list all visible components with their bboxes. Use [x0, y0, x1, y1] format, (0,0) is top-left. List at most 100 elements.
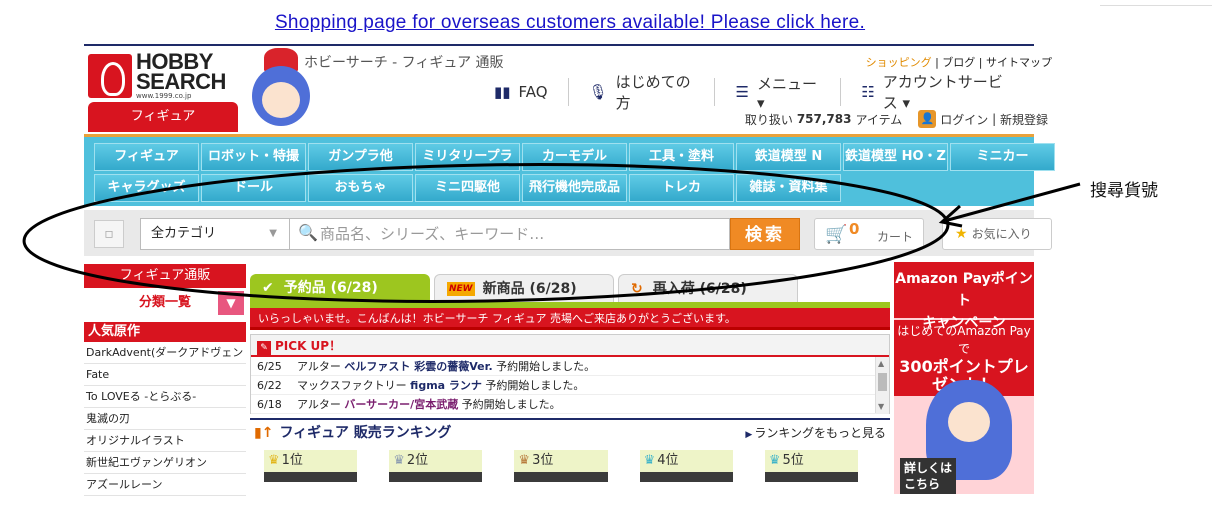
category-item[interactable]: ミニ四駆他	[415, 174, 520, 202]
search-input-wrapper: 🔍	[290, 218, 730, 250]
product-thumbnail[interactable]	[389, 472, 483, 482]
overseas-link[interactable]: Shopping page for overseas customers ava…	[275, 12, 865, 33]
category-item[interactable]: おもちゃ	[308, 174, 413, 202]
ranking-more-link[interactable]: ▶ ランキングをもっと見る	[745, 420, 886, 448]
search-bar: ▫ 全カテゴリ ▼ 🔍 検索 🛒 0 カート ★お気に入り	[84, 210, 1052, 256]
sidebar-item[interactable]: アズールレーン	[84, 474, 246, 496]
pickup-item[interactable]: 6/22 マックスファクトリー figma ランナ 予約開始しました。	[251, 376, 889, 395]
cart-button[interactable]: 🛒 0 カート	[814, 218, 924, 250]
account-icon: ☷	[861, 83, 875, 101]
sidebar-list: DarkAdvent(ダークアドヴェント) Fate To LOVEる -とらぶる-…	[84, 342, 246, 496]
chevron-down-icon[interactable]: ▼	[218, 291, 244, 315]
category-item[interactable]: ガンプラ他	[308, 143, 413, 171]
category-item[interactable]: トレカ	[629, 174, 734, 202]
crown-icon: ♛	[768, 453, 781, 468]
ranking-item[interactable]: ♛ 5位	[764, 450, 859, 482]
sidebar-category-list[interactable]: 分類一覧 ▼	[84, 288, 246, 318]
category-grid: フィギュアロボット・特撮ガンプラ他ミリタリープラモカーモデル工具・塗料鉄道模型 …	[94, 143, 1055, 202]
product-tabs: ✔ 予約品 (6/28) NEW 新商品 (6/28) ↻ 再入荷 (6/28)	[250, 274, 890, 302]
cart-icon: 🛒	[825, 224, 848, 245]
register-link[interactable]: 新規登録	[1000, 111, 1048, 128]
cart-count: 0	[849, 220, 860, 238]
site-logo[interactable]: HOBBY SEARCH www.1999.co.jp	[88, 50, 238, 102]
sidebar-title[interactable]: フィギュア通販	[84, 264, 246, 288]
category-select[interactable]: 全カテゴリ ▼	[140, 218, 290, 250]
item-count: 757,783	[796, 112, 852, 126]
menu-icon: ☰	[735, 83, 749, 101]
nav-account-service[interactable]: ☷ アカウントサービス ▾	[840, 73, 1034, 112]
category-item[interactable]: 工具・塗料	[629, 143, 734, 171]
nav-faq[interactable]: ▮▮ FAQ	[474, 78, 568, 106]
sidebar-item[interactable]: オリジナルイラスト	[84, 430, 246, 452]
ranking-item[interactable]: ♛ 4位	[639, 450, 733, 482]
category-item[interactable]: カーモデル	[522, 143, 627, 171]
logo-flame-icon	[88, 54, 132, 98]
welcome-message: いらっしゃいませ。こんばんは！ホビーサーチ フィギュア 売場へご来店ありがとうご…	[250, 308, 890, 330]
sidebar-item[interactable]: 新世紀エヴァンゲリオン	[84, 452, 246, 474]
search-input[interactable]	[320, 223, 720, 245]
annotation-label: 搜尋貨號	[1090, 181, 1158, 201]
search-icon: 🔍	[298, 223, 318, 242]
pickup-box: ✎ PICK UP！ 6/25 アルター ベルファスト 彩雲の薔薇Ver. 予約開始…	[250, 334, 890, 414]
category-item[interactable]: 鉄道模型 N	[736, 143, 841, 171]
ranking-item[interactable]: ♛ 3位	[514, 450, 608, 482]
shopping-link[interactable]: ショッピング	[866, 56, 932, 69]
login-link[interactable]: ログイン	[940, 111, 988, 128]
pickup-item[interactable]: 6/18 アルター バーサーカー/宮本武蔵 予約開始しました。	[251, 395, 889, 414]
ranking-icon: ▮↑	[254, 425, 274, 441]
product-thumbnail[interactable]	[264, 472, 358, 482]
sidebar-item[interactable]: DarkAdvent(ダークアドヴェント)	[84, 342, 246, 364]
category-bar: フィギュアロボット・特撮ガンプラ他ミリタリープラモカーモデル工具・塗料鉄道模型 …	[84, 134, 1055, 206]
category-item[interactable]: フィギュア	[94, 143, 199, 171]
ranking-item[interactable]: ♛ 1位	[264, 450, 358, 482]
favorites-button[interactable]: ★ お気に入り	[942, 218, 1052, 250]
search-button[interactable]: 検索	[730, 218, 800, 250]
sidebar-item[interactable]: 鬼滅の刃	[84, 408, 246, 430]
category-item[interactable]: キャラグッズ	[94, 174, 199, 202]
sidebar-item[interactable]: Fate	[84, 364, 246, 386]
pencil-icon: ✎	[257, 341, 271, 355]
new-badge: NEW	[447, 281, 475, 296]
product-thumbnail[interactable]	[514, 472, 608, 482]
pickup-scrollbar[interactable]: ▲ ▼	[875, 357, 889, 413]
utility-links: ショッピング | ブログ | サイトマップ	[865, 56, 1052, 69]
item-stats: 取り扱い 757,783 アイテム 👤 ログイン | 新規登録	[744, 110, 1048, 128]
product-thumbnail[interactable]	[764, 472, 859, 482]
ranking-list: ♛ 1位 ♛ 2位 ♛ 3位 ♛ 4位 ♛ 5位	[250, 450, 890, 482]
pickup-item[interactable]: 6/25 アルター ベルファスト 彩雲の薔薇Ver. 予約開始しました。	[251, 357, 889, 376]
category-item[interactable]: ミニカー	[950, 143, 1055, 171]
scroll-up-icon[interactable]: ▲	[878, 359, 884, 368]
crown-icon: ♛	[393, 453, 405, 468]
category-item[interactable]: ドール	[201, 174, 306, 202]
blog-link[interactable]: ブログ	[942, 56, 975, 69]
faq-icon: ▮▮	[494, 83, 511, 101]
sidebar-section-popular: 人気原作	[84, 322, 246, 342]
nav-menu[interactable]: ☰ メニュー ▾	[714, 75, 840, 112]
category-item[interactable]: 飛行機他完成品	[522, 174, 627, 202]
category-item[interactable]: 鉄道模型 HO・Z	[843, 143, 948, 171]
sidebar: フィギュア通販 分類一覧 ▼ 人気原作 DarkAdvent(ダークアドヴェント…	[84, 264, 246, 496]
scroll-down-icon[interactable]: ▼	[878, 402, 884, 411]
tab-preorder[interactable]: ✔ 予約品 (6/28)	[250, 274, 430, 302]
tab-new-products[interactable]: NEW 新商品 (6/28)	[434, 274, 614, 302]
overseas-banner: Shopping page for overseas customers ava…	[0, 12, 1140, 34]
category-item[interactable]: 雑誌・資料集	[736, 174, 841, 202]
pickup-title: ✎ PICK UP！	[251, 335, 889, 357]
category-item[interactable]: ロボット・特撮	[201, 143, 306, 171]
category-tab-figure[interactable]: フィギュア	[88, 102, 238, 132]
chevron-down-icon: ▼	[269, 228, 277, 239]
sitemap-link[interactable]: サイトマップ	[986, 56, 1052, 69]
pickup-list: 6/25 アルター ベルファスト 彩雲の薔薇Ver. 予約開始しました。 6/22 マ…	[251, 357, 889, 414]
main-content: ✔ 予約品 (6/28) NEW 新商品 (6/28) ↻ 再入荷 (6/28)…	[250, 274, 890, 482]
search-toggle-icon[interactable]: ▫	[94, 220, 124, 248]
main-nav: ▮▮ FAQ 🎙 はじめての方 ☰ メニュー ▾ ☷ アカウントサービス ▾	[474, 73, 1034, 112]
ranking-item[interactable]: ♛ 2位	[389, 450, 483, 482]
ranking-section: ▮↑ フィギュア 販売ランキング ▶ ランキングをもっと見る ♛ 1位 ♛ 2位 ♛ 3位 ♛ 4…	[250, 418, 890, 482]
nav-beginners[interactable]: 🎙 はじめての方	[567, 73, 715, 112]
product-thumbnail[interactable]	[639, 472, 733, 482]
sidebar-item[interactable]: To LOVEる -とらぶる-	[84, 386, 246, 408]
amazon-pay-banner[interactable]: Amazon Payポイント キャンペーン はじめてのAmazon Payで 3…	[894, 262, 1034, 494]
tab-restock[interactable]: ↻ 再入荷 (6/28)	[618, 274, 798, 302]
star-icon: ★	[955, 226, 968, 242]
category-item[interactable]: ミリタリープラモ	[415, 143, 520, 190]
